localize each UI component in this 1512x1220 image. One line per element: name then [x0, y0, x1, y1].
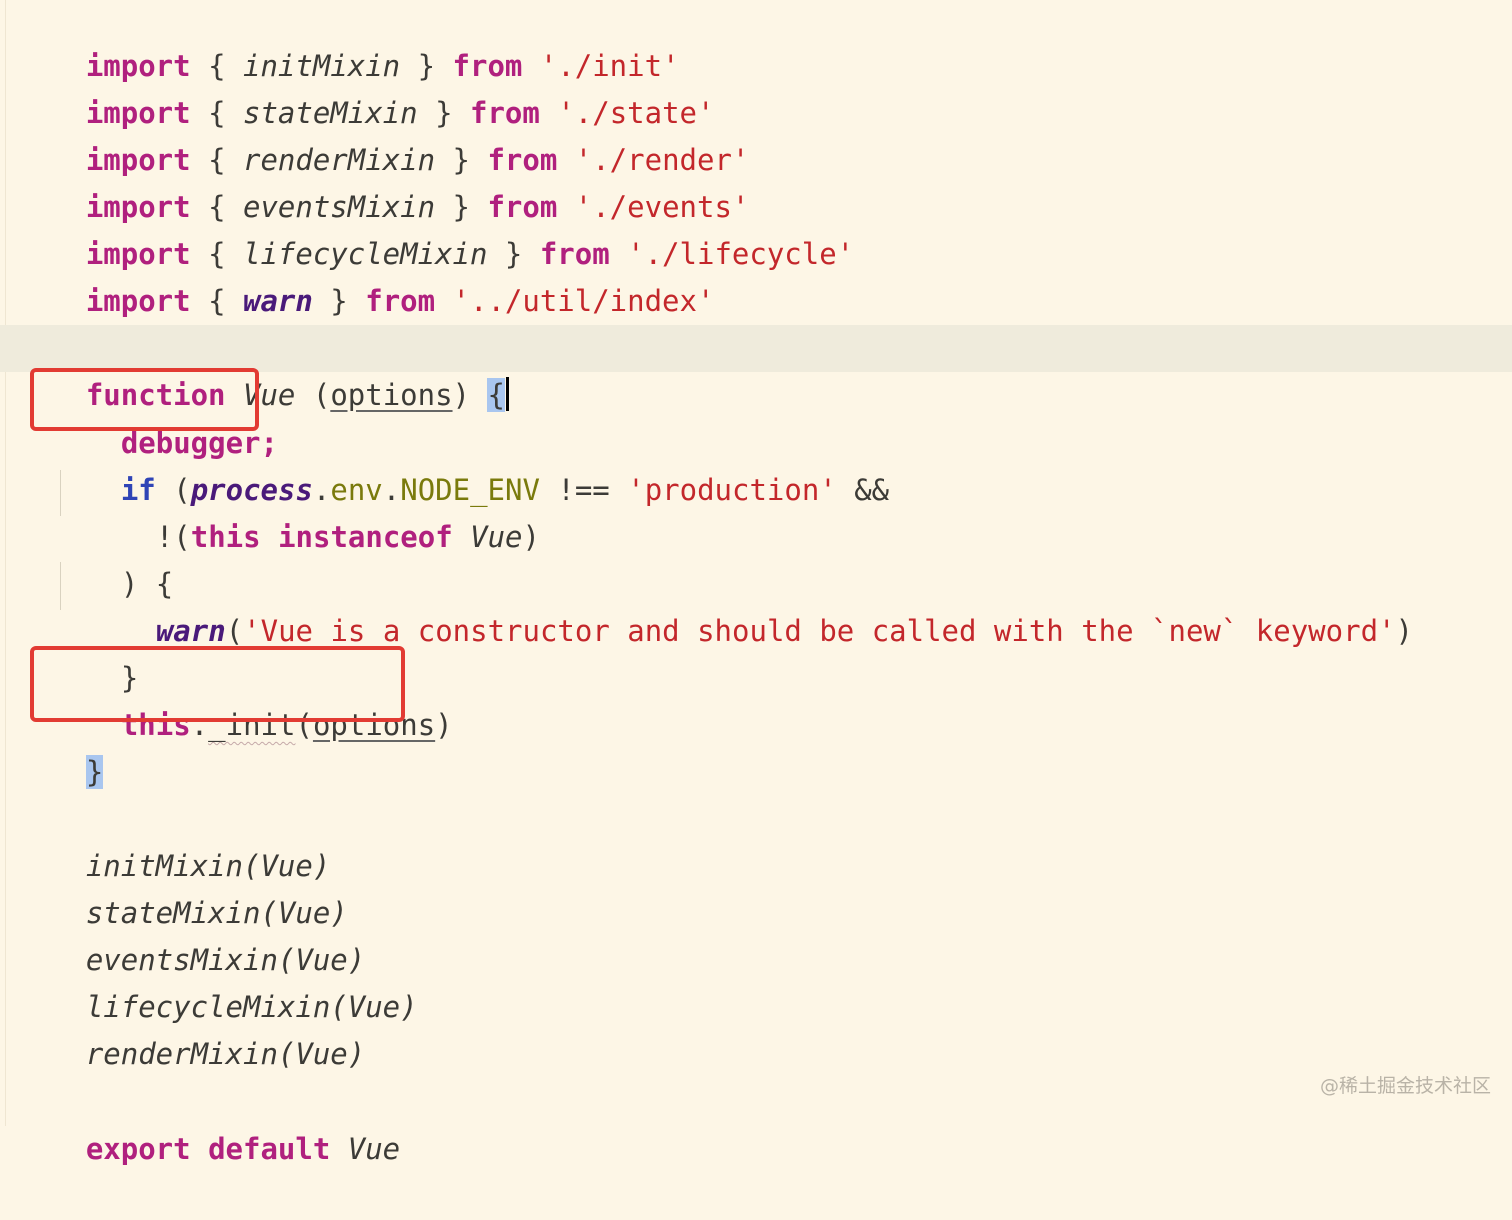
paren: ): [435, 708, 453, 742]
arguments: (Vue): [277, 1037, 366, 1071]
code-line-mixin-call[interactable]: initMixin(Vue): [16, 796, 330, 883]
operator: !==: [539, 473, 628, 507]
paren: ): [1395, 614, 1413, 648]
string: 'production': [627, 473, 837, 507]
function-call: renderMixin: [85, 1037, 278, 1071]
code-line-mixin-call[interactable]: stateMixin(Vue): [16, 843, 348, 930]
keyword: import: [85, 284, 191, 318]
code-line-import-3[interactable]: import { renderMixin } from './render': [16, 90, 750, 177]
code-line-import-4[interactable]: import { eventsMixin } from './events': [16, 137, 750, 224]
keyword: from: [365, 284, 436, 318]
brace: {: [190, 284, 243, 318]
identifier: Vue: [470, 520, 523, 554]
keyword: export: [85, 1132, 191, 1166]
identifier: Vue: [347, 1132, 401, 1166]
code-line-mixin-call[interactable]: lifecycleMixin(Vue): [16, 937, 418, 1024]
string: 'Vue is a constructor and should be call…: [243, 614, 1396, 648]
keyword: default: [190, 1132, 348, 1166]
operator: &&: [836, 473, 890, 507]
code-line-import-6[interactable]: import { warn } from '../util/index': [16, 231, 715, 318]
identifier: warn: [243, 284, 313, 318]
code-line-mixin-call[interactable]: eventsMixin(Vue): [16, 890, 365, 977]
text-cursor: [505, 377, 509, 411]
paren: ): [522, 520, 540, 554]
code-editor[interactable]: import { initMixin } from './init' impor…: [0, 0, 1512, 1166]
code-line-import-2[interactable]: import { stateMixin } from './state': [16, 43, 715, 130]
code-line-import-5[interactable]: import { lifecycleMixin } from './lifecy…: [16, 184, 854, 271]
gutter: [5, 0, 6, 1126]
highlight-box-debugger: [30, 368, 259, 431]
code-line-close-paren[interactable]: ) {: [51, 514, 173, 601]
code-line-import-1[interactable]: import { initMixin } from './init': [16, 0, 680, 83]
brace: }: [312, 284, 366, 318]
matched-brace: }: [85, 755, 104, 789]
watermark: @稀土掘金技术社区: [1320, 1075, 1492, 1097]
function-call: warn: [155, 614, 226, 648]
code-line-mixin-call[interactable]: renderMixin(Vue): [16, 984, 365, 1071]
code-line-warn[interactable]: warn('Vue is a constructor and should be…: [86, 561, 1413, 648]
keyword: instanceof: [260, 520, 471, 554]
param: options: [330, 378, 453, 412]
paren: (: [295, 378, 331, 412]
code-line-function-decl[interactable]: function Vue (options) {: [0, 325, 1512, 412]
paren: ): [452, 378, 488, 412]
code-line-export[interactable]: export default Vue: [16, 1079, 400, 1166]
code-line-instanceof[interactable]: !(this instanceof Vue): [86, 467, 540, 554]
matched-brace: {: [487, 378, 505, 412]
keyword: this: [190, 520, 261, 554]
string: '../util/index': [452, 284, 715, 318]
highlight-box-init: [30, 646, 405, 722]
paren: (: [225, 614, 244, 648]
